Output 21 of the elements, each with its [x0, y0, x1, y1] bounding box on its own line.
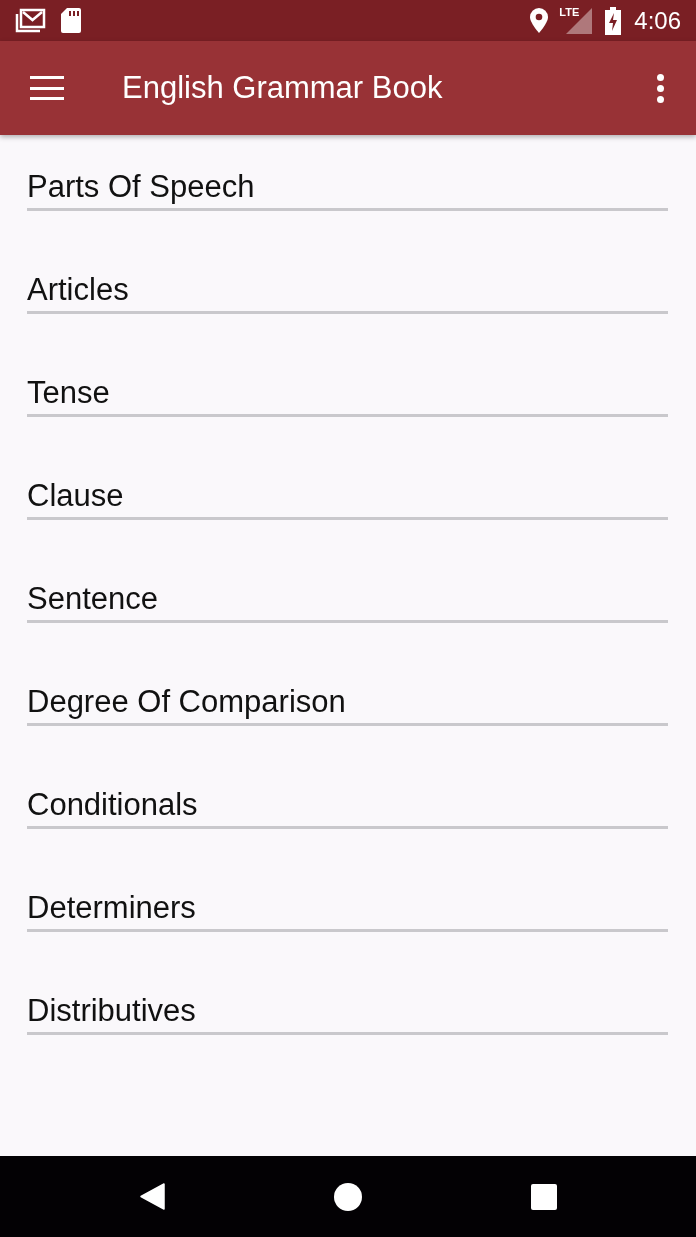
topic-list-item[interactable]: Clause: [27, 477, 668, 520]
location-pin-icon: [530, 8, 549, 33]
app-title: English Grammar Book: [122, 69, 443, 107]
battery-charging-icon: [605, 6, 622, 35]
topic-list-item[interactable]: Articles: [27, 271, 668, 314]
more-options-icon[interactable]: [656, 73, 664, 103]
topic-list-item[interactable]: Sentence: [27, 580, 668, 623]
topic-list-item[interactable]: Tense: [27, 374, 668, 417]
menu-icon[interactable]: [30, 76, 64, 100]
sd-card-icon: [61, 8, 81, 33]
topic-list-item[interactable]: Determiners: [27, 889, 668, 932]
mail-icon: [15, 8, 46, 33]
topic-list-item[interactable]: Parts Of Speech: [27, 168, 668, 211]
topic-list-item[interactable]: Conditionals: [27, 786, 668, 829]
topic-list-item[interactable]: Degree Of Comparison: [27, 683, 668, 726]
clock-time: 4:06: [634, 6, 681, 35]
topic-list-item[interactable]: Distributives: [27, 992, 668, 1035]
network-type-label: LTE: [559, 4, 580, 19]
home-icon[interactable]: [334, 1182, 362, 1211]
recent-apps-icon[interactable]: [531, 1183, 557, 1210]
back-icon[interactable]: [140, 1183, 165, 1210]
